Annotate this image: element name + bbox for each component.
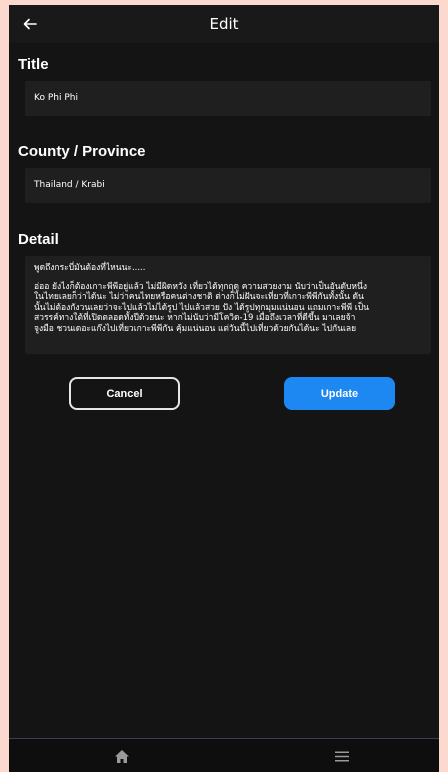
page-title: Edit — [209, 15, 239, 33]
update-button[interactable]: Update — [284, 377, 395, 410]
detail-label: Detail — [18, 231, 59, 248]
detail-line: สวรรค์ทางใต้ที่เปิดตลอดทั้งปีด้วยนะ หากไ… — [34, 313, 356, 323]
title-field[interactable]: Ko Phi Phi — [25, 81, 431, 116]
detail-line: พูดถึงกระบี่มันต้องที่ไหนนะ..... — [34, 263, 146, 273]
nav-home-button[interactable] — [110, 745, 134, 767]
detail-line: อ่ออ ยังไงก็ต้องเกาะพีพีอยู่แล้ว ไม่มีผิ… — [34, 281, 367, 292]
home-icon — [115, 749, 129, 763]
cancel-button[interactable]: Cancel — [69, 377, 180, 410]
nav-menu-button[interactable] — [330, 745, 354, 767]
menu-icon — [335, 751, 349, 761]
province-field[interactable]: Thailand / Krabi — [25, 168, 431, 203]
phone-screen: Edit Title Ko Phi Phi County / Province … — [9, 5, 439, 772]
province-label: County / Province — [18, 143, 146, 160]
detail-line: จูงมือ ชวนเดอะแก๊งไปเที่ยวเกาะพีพีกัน คุ… — [34, 323, 357, 334]
title-label: Title — [18, 56, 49, 73]
detail-line: ในไทยเลยก็ว่าได้นะ ไม่ว่าคนไทยหรือคนต่าง… — [34, 292, 364, 302]
app-bar: Edit — [9, 5, 439, 43]
detail-field[interactable]: พูดถึงกระบี่มันต้องที่ไหนนะ..... อ่ออ ยั… — [25, 256, 431, 354]
detail-line: นั้นไม่ต้องกังวนเลยว่าจะไปแล้วไม่ได้รูป … — [34, 302, 369, 313]
detail-paragraph-gap — [34, 274, 422, 282]
bottom-nav — [9, 738, 439, 772]
